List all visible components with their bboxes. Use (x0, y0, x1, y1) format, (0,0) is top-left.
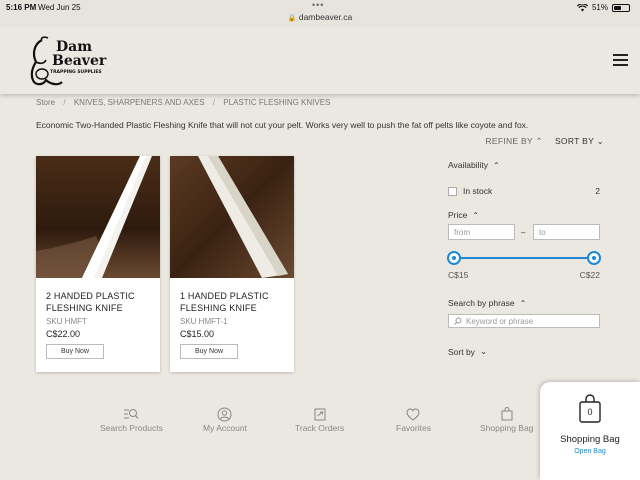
nav-label: Favorites (396, 423, 431, 433)
buy-now-button[interactable]: Buy Now (180, 344, 238, 359)
sort-by-button[interactable]: SORT BY ⌄ (555, 136, 604, 147)
nav-my-account[interactable]: My Account (203, 405, 247, 433)
price-from-input[interactable]: from (448, 224, 515, 240)
product-card[interactable]: 1 HANDED PLASTIC FLESHING KNIFE SKU HMFT… (170, 156, 294, 372)
logo-text-tagline: TRAPPING SUPPLIES (50, 70, 102, 75)
bottom-navigation: Search Products My Account Track Orders (90, 405, 550, 445)
chevron-down-icon: ⌄ (479, 346, 488, 356)
open-bag-link[interactable]: Open Bag (540, 448, 640, 455)
in-stock-checkbox[interactable] (448, 186, 457, 196)
breadcrumb-item-fleshing-knives[interactable]: PLASTIC FLESHING KNIVES (223, 98, 330, 107)
sort-by-label: SORT BY (554, 136, 594, 146)
breadcrumb: Store / KNIVES, SHARPENERS AND AXES / PL… (36, 98, 330, 107)
category-description: Economic Two-Handed Plastic Fleshing Kni… (36, 120, 529, 130)
price-slider-track[interactable] (447, 251, 601, 265)
status-time: 5:16 PM (6, 3, 37, 12)
chevron-up-icon: ⌃ (493, 160, 500, 170)
product-sku: SKU HMFT-1 (180, 317, 228, 326)
status-date: Wed Jun 25 (38, 3, 81, 12)
in-stock-filter[interactable]: In stock 2 (448, 186, 600, 196)
nav-label: Track Orders (295, 423, 345, 433)
hamburger-menu-icon[interactable] (613, 54, 628, 66)
shopping-bag-title: Shopping Bag (560, 434, 620, 445)
address-url: dambeaver.ca (298, 12, 353, 22)
status-right: 51% (576, 3, 630, 12)
breadcrumb-item-knives[interactable]: KNIVES, SHARPENERS AND AXES (74, 98, 205, 107)
status-bar: 5:16 PM Wed Jun 25 ••• 🔒 dambeaver.ca 51… (0, 0, 640, 26)
search-phrase-label: Search by phrase (448, 298, 515, 308)
logo-text-beaver: Beaver (52, 53, 107, 69)
sort-by-filter-label: Sort by (448, 346, 475, 357)
price-label: Price (448, 210, 468, 220)
nav-shopping-bag[interactable]: Shopping Bag (480, 405, 533, 433)
product-title-line: 1 HANDED PLASTIC (180, 291, 269, 301)
price-toggle[interactable]: Price ⌃ (448, 210, 479, 220)
in-stock-label: In stock (463, 186, 493, 196)
user-icon (217, 407, 232, 421)
nav-label: Shopping Bag (480, 423, 534, 433)
buy-now-button[interactable]: Buy Now (46, 344, 104, 359)
more-dots-icon[interactable]: ••• (312, 0, 324, 10)
sort-by-toggle[interactable]: Sort by ⌄ (448, 346, 487, 357)
chevron-up-icon: ⌃ (519, 298, 527, 308)
lock-icon: 🔒 (287, 15, 297, 22)
refine-by-button[interactable]: REFINE BY ⌃ (485, 136, 543, 147)
address-bar[interactable]: 🔒 dambeaver.ca (0, 12, 640, 22)
dam-beaver-logo[interactable]: Dam Beaver TRAPPING SUPPLIES (28, 34, 118, 90)
bag-icon (501, 407, 513, 421)
product-price: C$22.00 (46, 329, 81, 339)
product-title[interactable]: 2 HANDED PLASTIC FLESHING KNIFE (46, 290, 156, 314)
availability-toggle[interactable]: Availability ⌃ (448, 160, 600, 170)
product-image[interactable] (170, 156, 294, 278)
heart-icon (406, 407, 420, 421)
sort-controls: REFINE BY ⌃ SORT BY ⌄ (485, 136, 604, 147)
breadcrumb-item-store[interactable]: Store (36, 98, 55, 107)
battery-icon (612, 3, 630, 12)
keyword-search-input[interactable]: Keyword or phrase (448, 314, 600, 328)
bag-count: 0 (587, 407, 593, 417)
price-to-input[interactable]: to (533, 224, 600, 240)
refine-by-label: REFINE BY (485, 136, 533, 146)
nav-label: Search Products (100, 423, 163, 433)
price-max-label: C$22 (579, 270, 600, 280)
nav-favorites[interactable]: Favorites (396, 405, 431, 433)
nav-search-products[interactable]: Search Products (100, 405, 163, 433)
in-stock-count: 2 (595, 186, 600, 196)
price-range-dash: – (521, 228, 526, 237)
search-phrase-toggle[interactable]: Search by phrase ⌃ (448, 298, 526, 308)
wifi-icon (576, 3, 588, 11)
product-title-line: 2 HANDED PLASTIC (46, 291, 135, 301)
site-header: Dam Beaver TRAPPING SUPPLIES (0, 26, 640, 94)
product-sku: SKU HMFT (46, 317, 87, 326)
product-title-line: FLESHING KNIFE (180, 303, 257, 313)
availability-label: Availability (448, 160, 489, 170)
track-orders-icon (314, 408, 326, 421)
chevron-up-icon: ⌃ (535, 136, 543, 146)
search-list-icon (124, 409, 139, 419)
chevron-down-icon: ⌄ (596, 136, 604, 146)
product-image[interactable] (36, 156, 160, 278)
breadcrumb-separator: / (212, 98, 216, 107)
product-price: C$15.00 (180, 329, 215, 339)
battery-percent: 51% (591, 3, 608, 12)
price-slider-min-handle[interactable] (447, 251, 461, 265)
product-title-line: FLESHING KNIFE (46, 303, 123, 313)
nav-label: My Account (203, 423, 247, 433)
chevron-up-icon: ⌃ (472, 210, 480, 220)
nav-track-orders[interactable]: Track Orders (295, 405, 344, 433)
shopping-bag-icon[interactable]: 0 (578, 394, 602, 424)
product-card[interactable]: 2 HANDED PLASTIC FLESHING KNIFE SKU HMFT… (36, 156, 160, 372)
breadcrumb-separator: / (63, 98, 66, 107)
price-slider-max-handle[interactable] (587, 251, 601, 265)
filter-panel: Availability ⌃ In stock 2 Price ⌃ from –… (447, 160, 601, 357)
product-title[interactable]: 1 HANDED PLASTIC FLESHING KNIFE (180, 290, 290, 314)
price-min-label: C$15 (448, 270, 469, 280)
keyword-placeholder: Keyword or phrase (466, 316, 534, 326)
search-icon (454, 317, 462, 325)
shopping-bag-panel[interactable]: 0 Shopping Bag Open Bag (540, 382, 640, 480)
